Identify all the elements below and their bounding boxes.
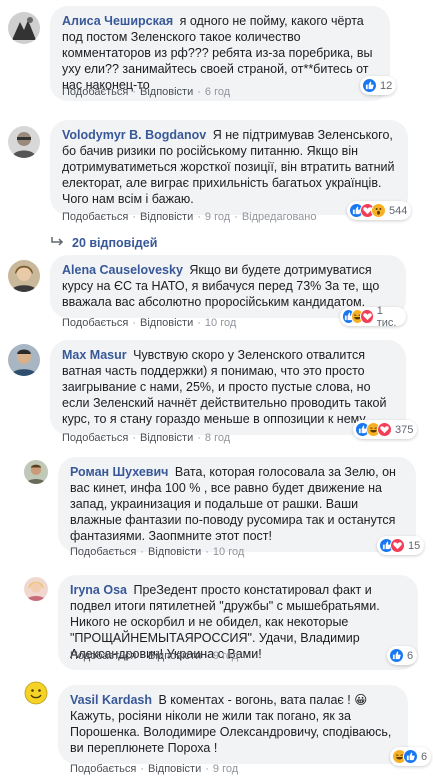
avatar-woman-photo-icon [8, 260, 40, 292]
comment-actions: Подобається · Відповісти · 9 год [70, 763, 239, 775]
like-button[interactable]: Подобається [62, 86, 128, 98]
reaction-count: 1 тис. [376, 304, 397, 329]
like-button[interactable]: Подобається [70, 546, 136, 558]
avatar[interactable] [8, 260, 40, 292]
avatar-woman2-photo-icon [24, 577, 48, 601]
avatar-bw-photo-icon [8, 12, 40, 44]
comment-time[interactable]: 9 год [213, 650, 238, 662]
comment-time[interactable]: 10 год [213, 546, 244, 558]
like-button[interactable]: Подобається [70, 650, 136, 662]
like-icon [403, 749, 418, 764]
reaction-summary[interactable]: 12 [360, 76, 397, 95]
reply-arrow-icon [50, 236, 64, 250]
reaction-count: 6 [421, 750, 428, 763]
avatar-smiley-icon [24, 681, 48, 705]
avatar[interactable] [8, 12, 40, 44]
comment-author[interactable]: Volodymyr B. Bogdanov [62, 128, 206, 142]
like-button[interactable]: Подобається [62, 211, 128, 223]
reply-button[interactable]: Відповісти [148, 763, 201, 775]
reaction-count: 544 [389, 204, 408, 217]
love-icon [360, 309, 374, 324]
comment-bubble: Max Masur Чувствую скоро у Зеленского от… [50, 340, 406, 435]
wow-icon [371, 203, 386, 218]
avatar-man3-photo-icon [24, 460, 48, 484]
like-button[interactable]: Подобається [62, 432, 128, 444]
comment-time[interactable]: 8 год [205, 432, 230, 444]
reaction-summary[interactable]: 375 [353, 420, 418, 439]
comment-author[interactable]: Vasil Kardash [70, 693, 152, 707]
reaction-count: 12 [380, 79, 393, 92]
reaction-summary[interactable]: 6 [387, 646, 418, 665]
reaction-summary[interactable]: 6 [390, 747, 432, 766]
reaction-summary[interactable]: 544 [347, 201, 412, 220]
like-icon [389, 648, 404, 663]
edited-label[interactable]: Відредаговано [242, 211, 317, 223]
love-icon [377, 422, 392, 437]
comment-bubble: Роман Шухевич Вата, которая голосовала з… [58, 457, 416, 552]
comment-time[interactable]: 10 год [205, 317, 236, 329]
reaction-summary[interactable]: 1 тис. [340, 304, 406, 329]
reply-button[interactable]: Відповісти [140, 317, 193, 329]
avatar[interactable] [24, 681, 48, 705]
like-button[interactable]: Подобається [62, 317, 128, 329]
avatar-man-photo-icon [8, 126, 40, 158]
like-button[interactable]: Подобається [70, 763, 136, 775]
reply-button[interactable]: Відповісти [140, 432, 193, 444]
reply-button[interactable]: Відповісти [148, 650, 201, 662]
reply-button[interactable]: Відповісти [140, 86, 193, 98]
comment-author[interactable]: Роман Шухевич [70, 465, 168, 479]
reaction-count: 15 [408, 539, 421, 552]
avatar[interactable] [8, 126, 40, 158]
comment-actions: Подобається · Відповісти · 10 год [70, 546, 245, 558]
reply-button[interactable]: Відповісти [140, 211, 193, 223]
comment-actions: Подобається · Відповісти · 6 год [62, 86, 231, 98]
avatar[interactable] [24, 577, 48, 601]
like-icon [362, 78, 377, 93]
replies-count: 20 відповідей [72, 236, 158, 250]
comment-actions: Подобається · Відповісти · 9 год [70, 650, 239, 662]
reaction-count: 6 [407, 649, 414, 662]
reply-button[interactable]: Відповісти [148, 546, 201, 558]
view-replies-link[interactable]: 20 відповідей [50, 236, 157, 250]
comment-author[interactable]: Max Masur [62, 348, 127, 362]
comment-author[interactable]: Алиса Чеширская [62, 14, 173, 28]
reaction-count: 375 [395, 423, 414, 436]
avatar[interactable] [8, 344, 40, 376]
comment-actions: Подобається · Відповісти · 10 год [62, 317, 237, 329]
comment-time[interactable]: 6 год [205, 86, 230, 98]
comment-author[interactable]: Alena Causelovesky [62, 263, 183, 277]
comment-time[interactable]: 9 год [213, 763, 238, 775]
comment-actions: Подобається · Відповісти · 8 год [62, 432, 231, 444]
avatar[interactable] [24, 460, 48, 484]
avatar-man2-photo-icon [8, 344, 40, 376]
comment-time[interactable]: 9 год [205, 211, 230, 223]
comment-bubble: Vasil Kardash В коментах - вогонь, вата … [58, 685, 408, 764]
comment-actions: Подобається · Відповісти · 9 год · Відредагова… [62, 211, 317, 223]
reaction-summary[interactable]: 15 [377, 536, 425, 555]
comment-author[interactable]: Iryna Osa [70, 583, 127, 597]
love-icon [390, 538, 405, 553]
